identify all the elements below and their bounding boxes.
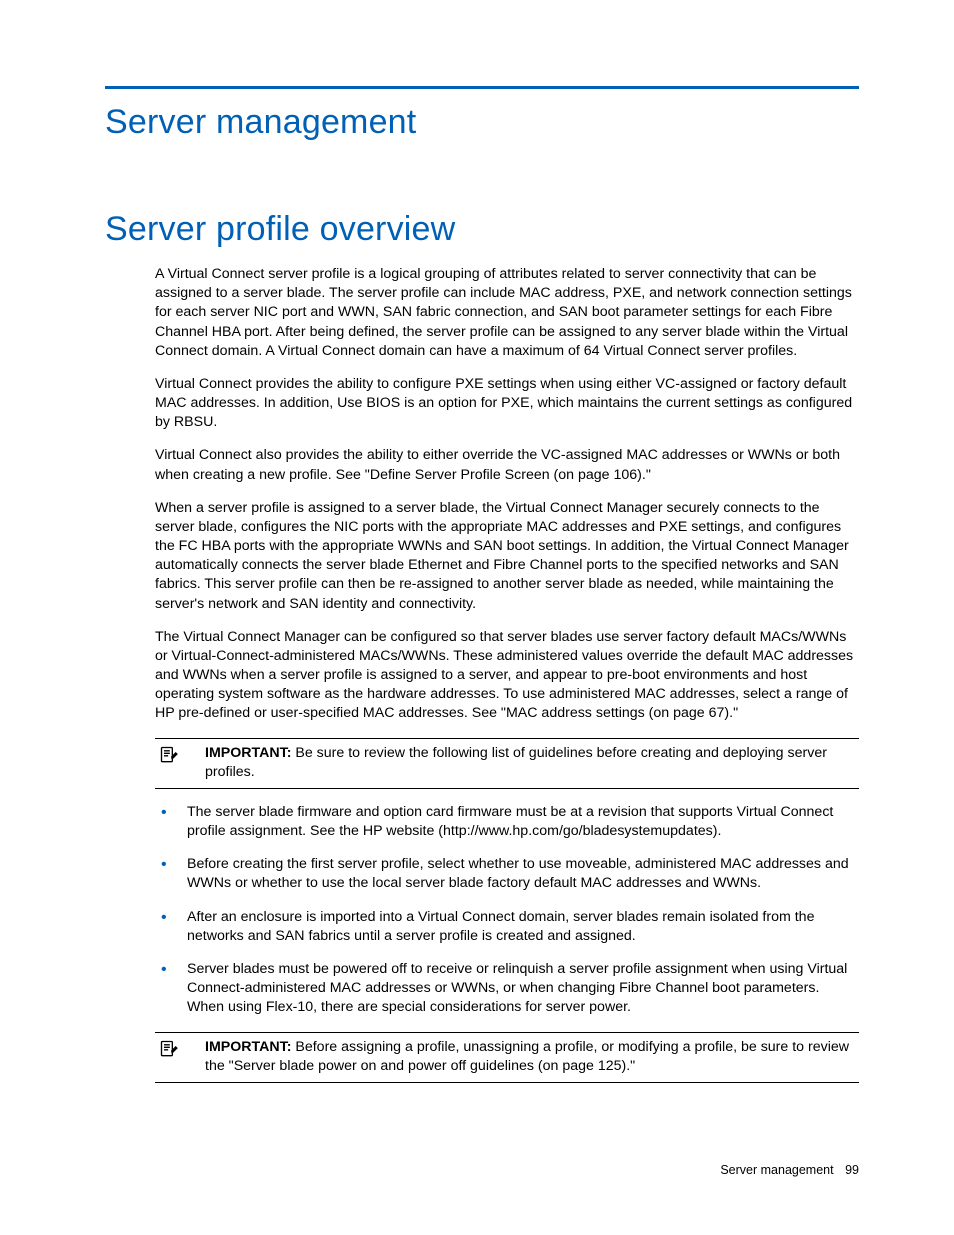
important-callout: IMPORTANT: Be sure to review the followi… <box>155 738 859 789</box>
top-rule <box>105 86 859 89</box>
paragraph: Virtual Connect provides the ability to … <box>155 375 859 433</box>
paragraph: The Virtual Connect Manager can be confi… <box>155 628 859 724</box>
footer-page-number: 99 <box>845 1163 859 1177</box>
chapter-title: Server management <box>105 103 859 142</box>
callout-body: Before assigning a profile, unassigning … <box>205 1039 849 1074</box>
section-title: Server profile overview <box>105 210 859 249</box>
note-icon <box>155 1038 183 1059</box>
note-icon <box>155 744 183 765</box>
page-footer: Server management 99 <box>720 1163 859 1177</box>
callout-body: Be sure to review the following list of … <box>205 745 827 780</box>
paragraph: A Virtual Connect server profile is a lo… <box>155 265 859 361</box>
callout-text: IMPORTANT: Be sure to review the followi… <box>205 744 859 782</box>
list-item: The server blade firmware and option car… <box>155 803 859 841</box>
list-item: Server blades must be powered off to rec… <box>155 960 859 1018</box>
page-container: Server management Server profile overvie… <box>0 0 954 1083</box>
important-callout: IMPORTANT: Before assigning a profile, u… <box>155 1032 859 1083</box>
callout-label: IMPORTANT: <box>205 745 291 761</box>
paragraph: Virtual Connect also provides the abilit… <box>155 446 859 484</box>
paragraph: When a server profile is assigned to a s… <box>155 499 859 614</box>
body-column: A Virtual Connect server profile is a lo… <box>155 265 859 1083</box>
callout-label: IMPORTANT: <box>205 1039 291 1055</box>
callout-text: IMPORTANT: Before assigning a profile, u… <box>205 1038 859 1076</box>
footer-section: Server management <box>720 1163 833 1177</box>
list-item: Before creating the first server profile… <box>155 855 859 893</box>
list-item: After an enclosure is imported into a Vi… <box>155 908 859 946</box>
guideline-list: The server blade firmware and option car… <box>155 803 859 1018</box>
